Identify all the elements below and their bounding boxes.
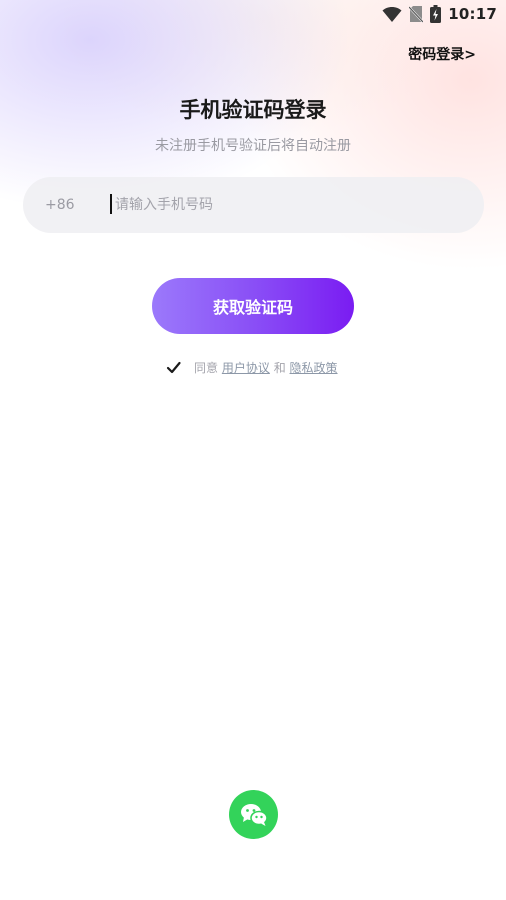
wifi-icon bbox=[382, 5, 402, 23]
status-time: 10:17 bbox=[448, 5, 497, 23]
agreement-row: 同意 用户协议 和 隐私政策 bbox=[0, 358, 506, 378]
page-title: 手机验证码登录 bbox=[179, 98, 327, 122]
no-sim-icon bbox=[408, 5, 425, 23]
page-subtitle: 未注册手机号验证后将自动注册 bbox=[155, 138, 351, 154]
get-code-button[interactable]: 获取验证码 bbox=[152, 278, 354, 334]
agreement-prefix: 同意 bbox=[194, 361, 219, 375]
status-icons: 10:17 bbox=[382, 4, 497, 24]
agreement-checkbox[interactable] bbox=[165, 359, 182, 376]
phone-input-row: +86 bbox=[23, 177, 484, 233]
country-code[interactable]: +86 bbox=[45, 177, 75, 233]
checkmark-icon bbox=[166, 361, 181, 374]
password-login-link[interactable]: 密码登录> bbox=[408, 44, 476, 64]
wechat-login-button[interactable] bbox=[229, 790, 278, 839]
user-agreement-link[interactable]: 用户协议 bbox=[222, 361, 270, 375]
agreement-conjunction: 和 bbox=[273, 361, 286, 375]
text-cursor bbox=[110, 194, 112, 214]
privacy-policy-link[interactable]: 隐私政策 bbox=[290, 361, 338, 375]
battery-charging-icon bbox=[430, 5, 442, 23]
phone-input[interactable] bbox=[111, 191, 455, 219]
status-bar: 10:17 bbox=[0, 0, 506, 28]
wechat-icon bbox=[241, 804, 268, 826]
agreement-text: 同意 用户协议 和 隐私政策 bbox=[194, 358, 338, 378]
